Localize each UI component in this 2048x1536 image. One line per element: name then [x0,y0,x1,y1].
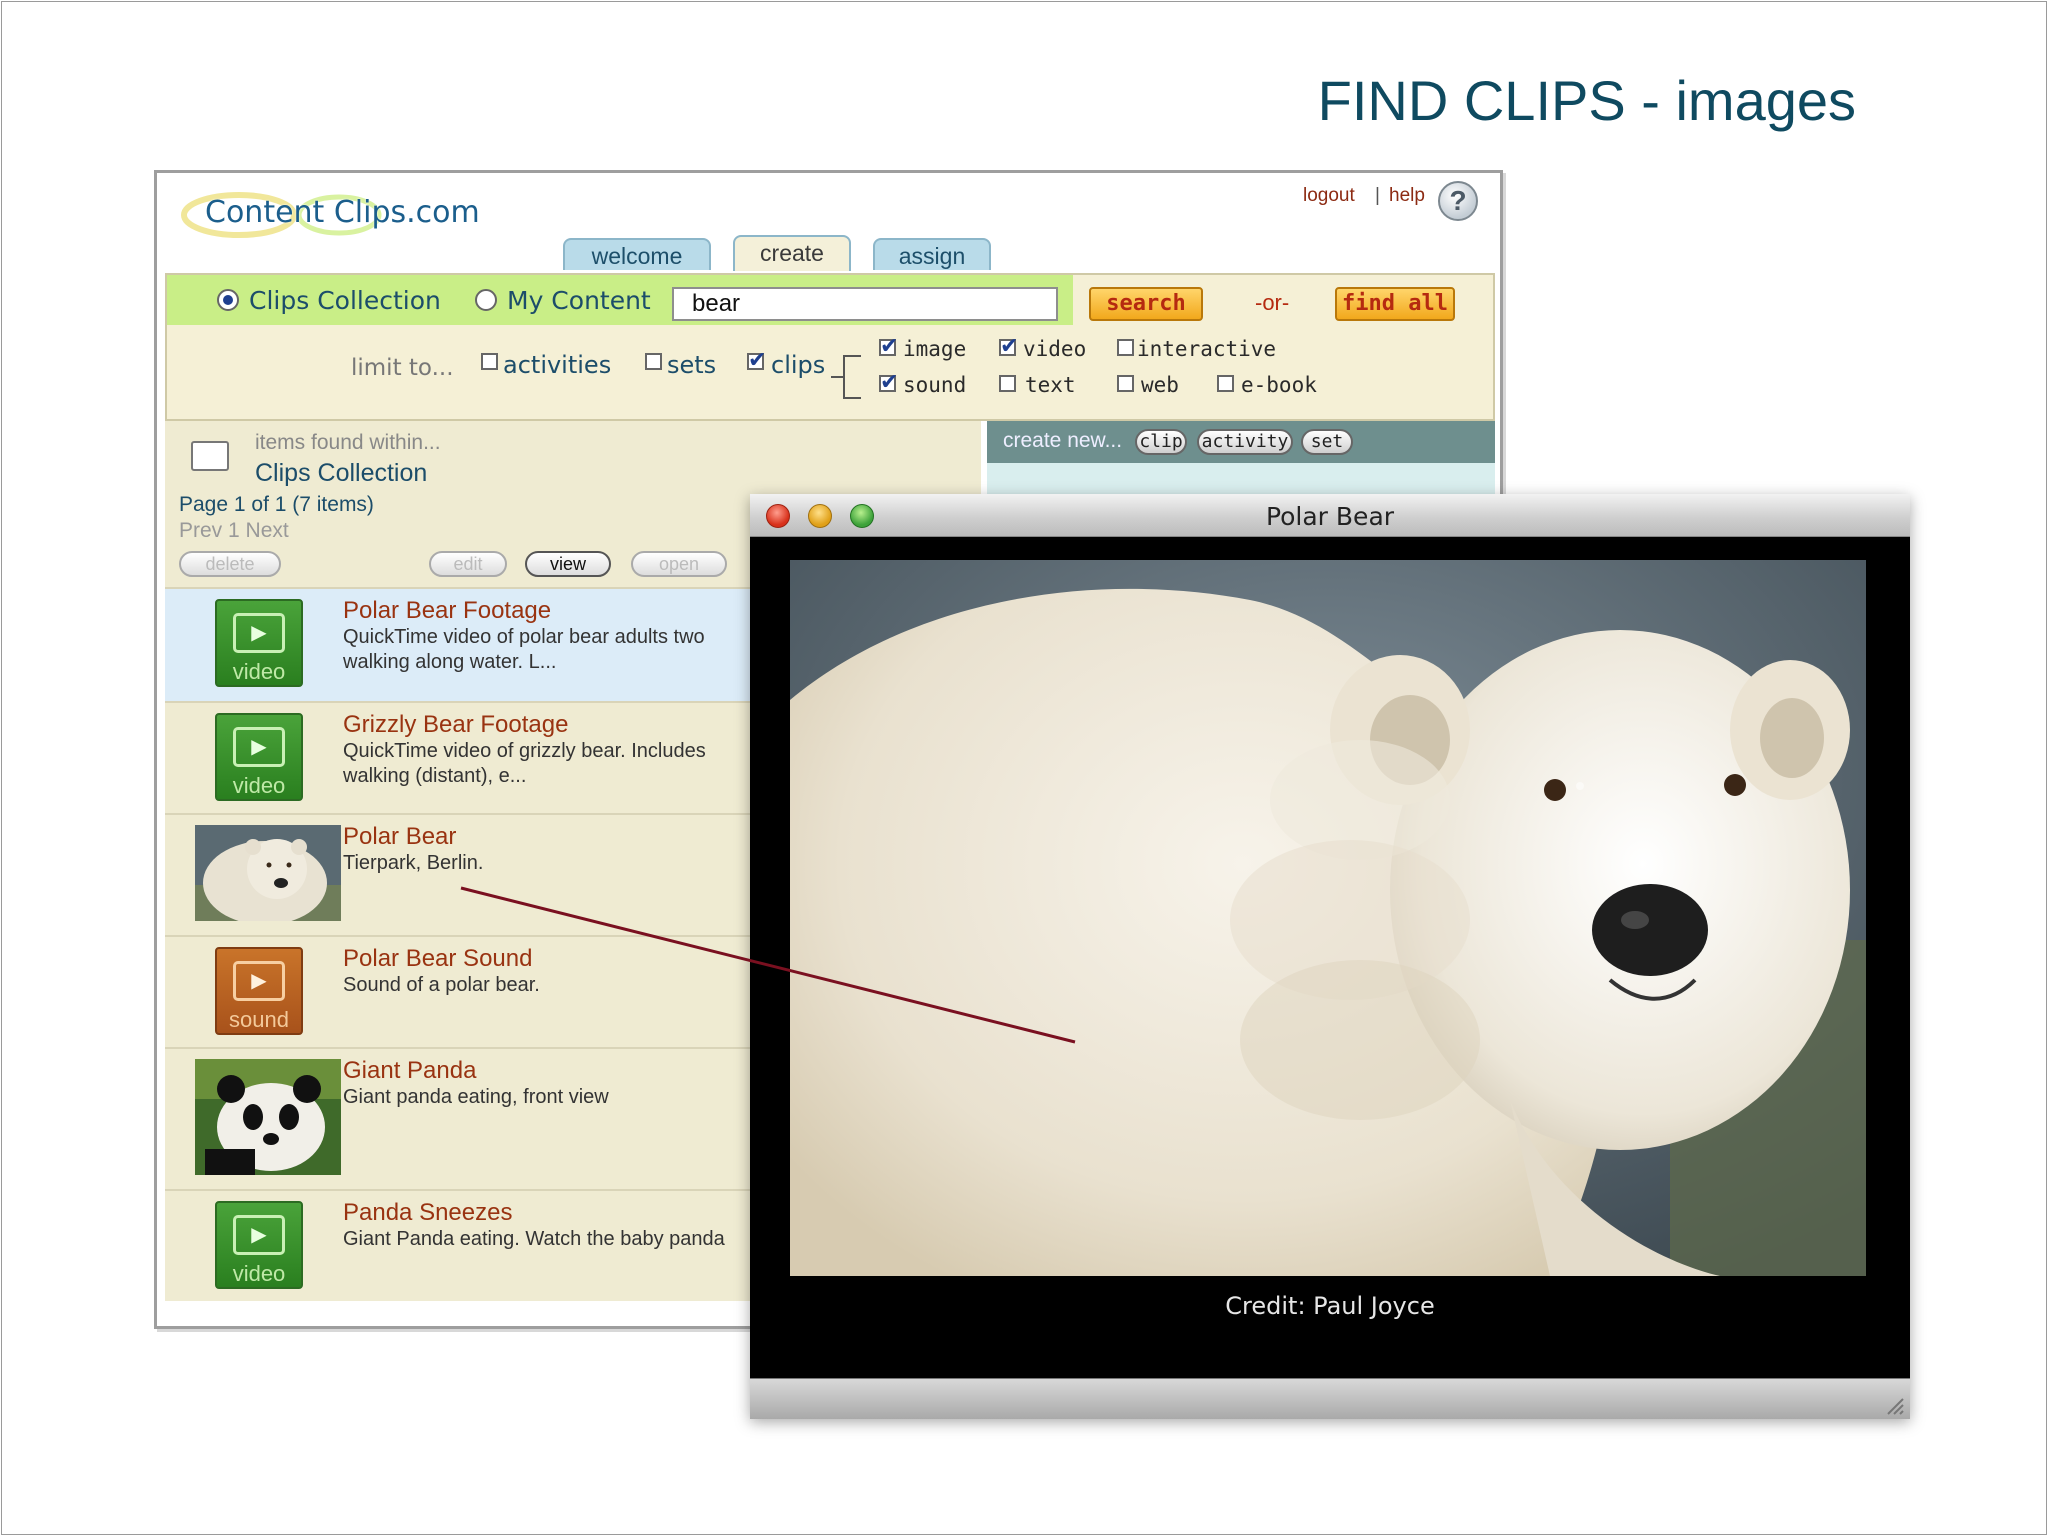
checkbox-e-book[interactable] [1217,375,1234,392]
bracket-tick [831,376,843,378]
or-separator: -or- [1255,290,1290,315]
video-thumbnail-icon: ▶ video [215,599,303,687]
window-titlebar[interactable]: Polar Bear [750,494,1910,537]
checkbox-sets[interactable] [645,353,662,370]
create-activity-button[interactable]: activity [1197,429,1293,455]
video-label: video [1023,337,1087,361]
search-panel: Clips Collection My Content search -or- … [165,273,1495,421]
checkbox-web[interactable] [1117,375,1134,392]
image-viewer-window: Polar Bear Credit: Paul Joyce [750,494,1910,1419]
logout-link[interactable]: logout [1303,185,1355,207]
tab-welcome[interactable]: welcome [563,238,711,270]
sets-label: sets [667,351,717,379]
checkbox-clips[interactable] [747,347,766,373]
e-book-label: e-book [1241,373,1317,397]
open-button[interactable]: open [631,551,727,577]
item-description: Giant Panda eating. Watch the baby panda [343,1228,725,1250]
view-button[interactable]: view [525,551,611,577]
sound-thumbnail-icon: ▶ sound [215,947,303,1035]
text-label: text [1025,373,1076,397]
page-info: Page 1 of 1 (7 items) [179,493,374,516]
video-thumbnail-icon: ▶ video [215,713,303,801]
help-link[interactable]: help [1389,185,1425,207]
item-title[interactable]: Giant Panda [343,1057,476,1085]
my-content-label: My Content [507,286,651,315]
delete-button[interactable]: delete [179,551,281,577]
sound-label: sound [903,373,967,397]
item-title[interactable]: Polar Bear Footage [343,597,551,625]
resize-grip-icon[interactable] [1884,1395,1904,1415]
item-description: Sound of a polar bear. [343,974,540,996]
tab-create[interactable]: create [733,235,851,271]
pager[interactable]: Prev 1 Next [179,519,289,543]
item-title[interactable]: Panda Sneezes [343,1199,512,1227]
thumbnail-label: video [232,1261,286,1286]
checkbox-activities[interactable] [481,353,498,370]
create-new-bar: create new... clip activity set [987,421,1495,463]
play-icon: ▶ [233,1215,285,1255]
polar-bear-image [790,560,1866,1276]
create-clip-button[interactable]: clip [1135,429,1187,455]
radio-clips-collection[interactable] [217,289,239,311]
window-bottom-bar [750,1378,1910,1419]
radio-my-content[interactable] [475,289,497,311]
clips-label: clips [771,351,826,379]
edit-button[interactable]: edit [429,551,507,577]
play-icon: ▶ [233,727,285,767]
item-title[interactable]: Polar Bear Sound [343,945,532,973]
video-thumbnail-icon: ▶ video [215,1201,303,1289]
item-title[interactable]: Polar Bear [343,823,456,851]
image-credit: Credit: Paul Joyce [1225,1292,1435,1320]
slide-title: FIND CLIPS - images [1317,69,1856,132]
collection-name: Clips Collection [255,459,428,487]
item-description: QuickTime video of grizzly bear. Include… [343,740,706,787]
item-description: Tierpark, Berlin. [343,852,484,874]
clips-collection-label: Clips Collection [249,286,441,315]
interactive-label: interactive [1137,337,1277,361]
thumbnail-label: sound [229,1007,289,1032]
folder-icon [191,441,229,471]
item-description: Giant panda eating, front view [343,1086,609,1108]
create-set-button[interactable]: set [1301,429,1353,455]
checkbox-sound[interactable] [879,369,898,395]
checkbox-video[interactable] [999,333,1018,359]
polar-bear-thumbnail [195,825,341,921]
checkbox-text[interactable] [999,375,1016,392]
items-found-label: items found within... [255,431,441,454]
activities-label: activities [503,351,612,379]
image-label: image [903,337,967,361]
find-all-button[interactable]: find all [1335,287,1455,321]
search-input[interactable] [672,287,1058,321]
window-title: Polar Bear [1265,502,1395,531]
item-description: QuickTime video of polar bear adults two… [343,626,705,673]
create-new-label: create new... [1003,429,1123,452]
play-icon: ▶ [233,961,285,1001]
play-icon: ▶ [233,613,285,653]
clip-types-bracket [843,355,861,399]
giant-panda-thumbnail [195,1059,341,1175]
limit-label: limit to... [351,355,454,381]
thumbnail-label: video [232,659,286,684]
question-mark-icon[interactable]: ? [1438,181,1478,221]
search-button[interactable]: search [1089,287,1203,321]
link-separator: | [1375,185,1380,206]
checkbox-interactive[interactable] [1117,339,1134,356]
checkbox-image[interactable] [879,333,898,359]
tab-assign[interactable]: assign [873,238,991,270]
thumbnail-label: video [232,773,286,798]
web-label: web [1141,373,1179,397]
item-title[interactable]: Grizzly Bear Footage [343,711,568,739]
site-logo[interactable]: Content Clips.com [205,195,480,230]
